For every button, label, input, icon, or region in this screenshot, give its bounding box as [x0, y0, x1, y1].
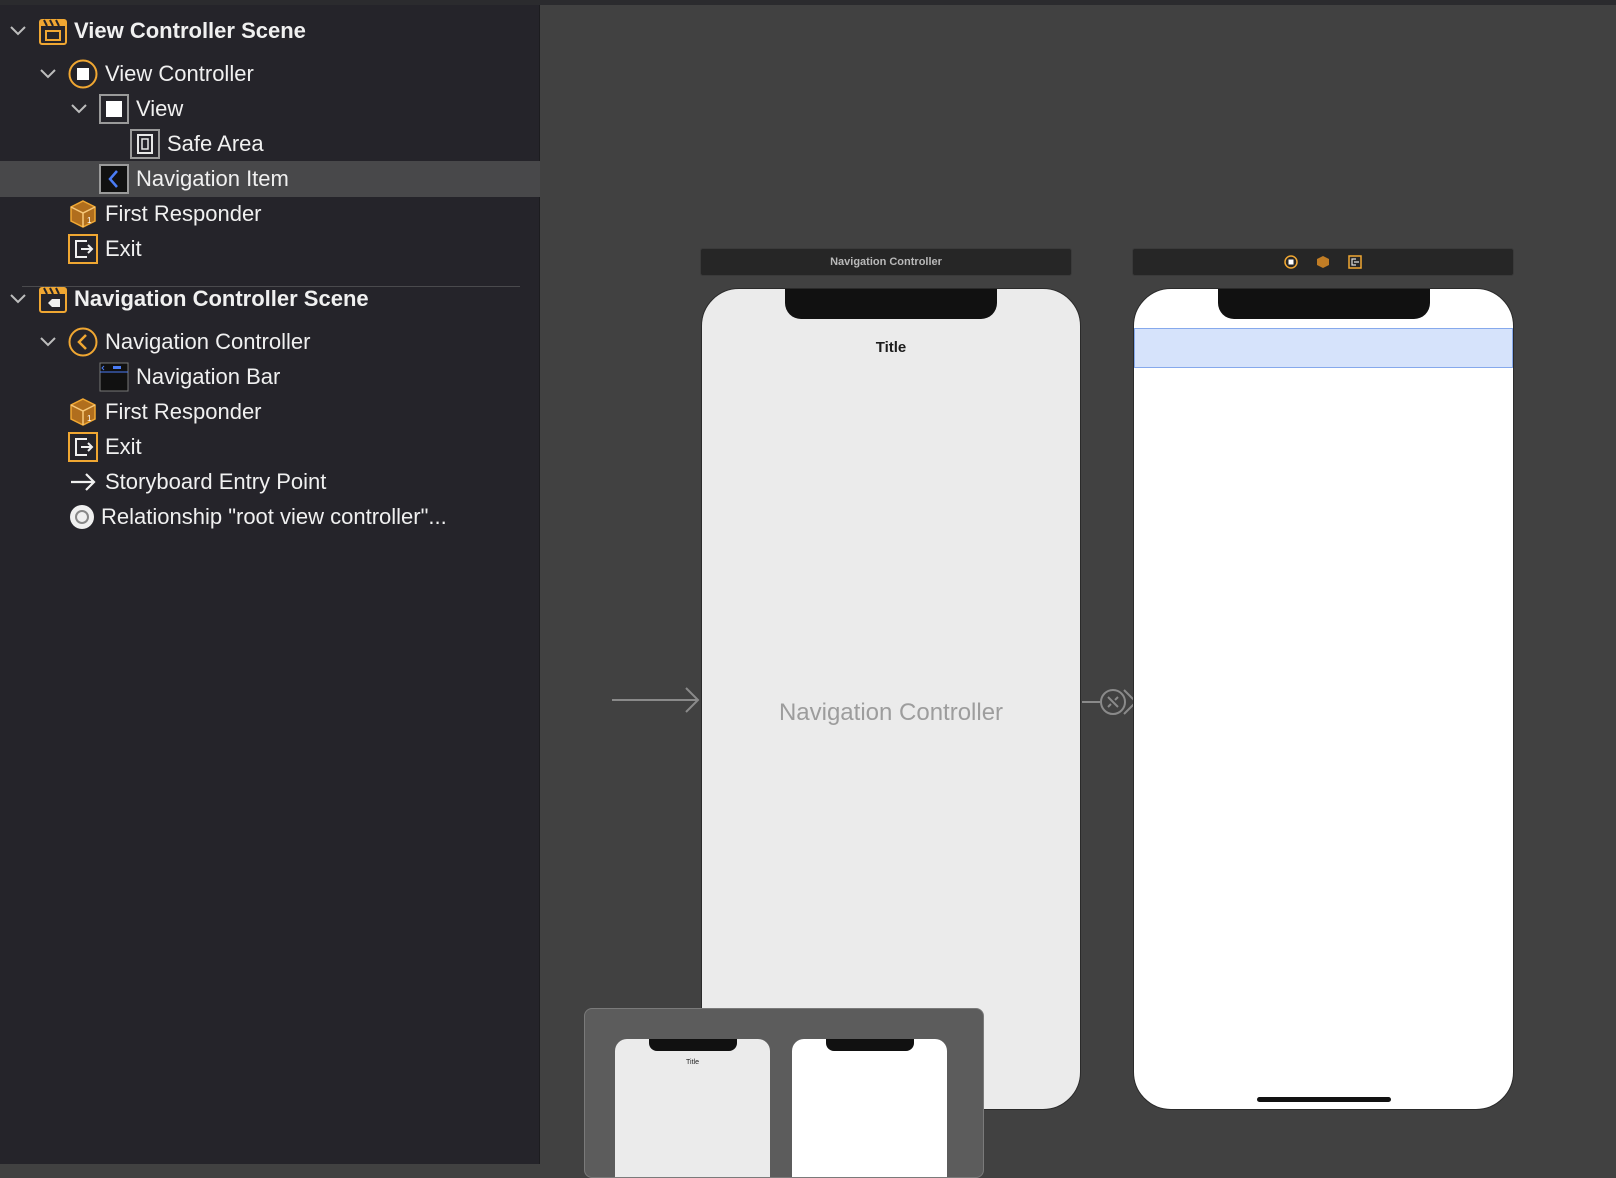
safe-area-icon	[130, 129, 160, 159]
outline-item-navigation-controller[interactable]: Navigation Controller	[0, 324, 540, 360]
view-controller-frame[interactable]	[1133, 288, 1514, 1110]
view-controller-scene-bar[interactable]	[1132, 248, 1514, 276]
scene-icon	[38, 16, 68, 46]
outline-scene-view-controller[interactable]: View Controller Scene	[0, 13, 540, 49]
chevron-down-icon[interactable]	[70, 100, 88, 118]
svg-text:1: 1	[87, 414, 92, 423]
navigation-bar-title: Title	[875, 339, 907, 356]
document-outline: View Controller Scene View Controller Vi…	[0, 5, 540, 1164]
navigation-controller-watermark: Navigation Controller	[778, 699, 1004, 726]
outline-item-label: First Responder	[105, 201, 262, 226]
navigation-bar-icon	[99, 362, 129, 392]
chevron-down-icon[interactable]	[9, 290, 27, 308]
device-notch	[785, 289, 997, 319]
exit-icon[interactable]	[1348, 255, 1362, 269]
outline-item-exit[interactable]: Exit	[0, 231, 540, 267]
outline-item-relationship[interactable]: Relationship "root view controller"...	[0, 499, 540, 535]
outline-scene-navigation-controller[interactable]: Navigation Controller Scene	[0, 281, 540, 317]
outline-item-view-controller[interactable]: View Controller	[0, 56, 540, 92]
device-notch	[1217, 289, 1430, 319]
outline-item-label: View	[136, 96, 184, 121]
view-icon	[99, 94, 129, 124]
outline-item-label: Exit	[105, 236, 142, 261]
outline-item-label: Navigation Controller	[105, 329, 311, 354]
arrow-right-icon	[68, 467, 98, 497]
storyboard-canvas[interactable]: Navigation Controller Title Navigation C…	[540, 5, 1616, 1178]
navigation-controller-icon	[68, 327, 98, 357]
scene-bar-title: Navigation Controller	[830, 256, 942, 268]
minimap-title: Title	[686, 1059, 699, 1066]
device-notch	[825, 1039, 914, 1051]
outline-item-first-responder[interactable]: 1 First Responder	[0, 394, 540, 430]
outline-item-navigation-bar[interactable]: Navigation Bar	[0, 359, 540, 395]
home-indicator	[1256, 1097, 1391, 1102]
scene-title: View Controller Scene	[74, 18, 306, 43]
minimap-navigation-controller[interactable]: Title	[615, 1039, 770, 1177]
exit-icon	[68, 432, 98, 462]
exit-icon	[68, 234, 98, 264]
outline-item-exit[interactable]: Exit	[0, 429, 540, 465]
first-responder-icon: 1	[68, 397, 98, 427]
outline-item-safe-area[interactable]: Safe Area	[0, 126, 540, 162]
navigation-controller-frame[interactable]: Title Navigation Controller	[701, 288, 1081, 1110]
view-controller-icon[interactable]	[1284, 255, 1298, 269]
outline-item-first-responder[interactable]: 1 First Responder	[0, 196, 540, 232]
outline-item-label: Exit	[105, 434, 142, 459]
first-responder-icon: 1	[68, 199, 98, 229]
outline-item-label: View Controller	[105, 61, 254, 86]
outline-item-label: Navigation Item	[136, 166, 289, 191]
chevron-down-icon[interactable]	[39, 333, 57, 351]
outline-item-storyboard-entry-point[interactable]: Storyboard Entry Point	[0, 464, 540, 500]
outline-item-label: Safe Area	[167, 131, 264, 156]
selected-navigation-item[interactable]	[1134, 328, 1513, 368]
device-notch	[648, 1039, 737, 1051]
entry-point-arrow-icon[interactable]	[610, 685, 710, 715]
minimap-view-controller[interactable]	[792, 1039, 947, 1177]
navigation-controller-scene-bar[interactable]: Navigation Controller	[700, 248, 1072, 276]
relationship-icon	[67, 502, 97, 532]
scene-icon	[38, 284, 68, 314]
first-responder-icon[interactable]	[1316, 255, 1330, 269]
navigation-item-icon	[99, 164, 129, 194]
chevron-down-icon[interactable]	[9, 22, 27, 40]
svg-text:1: 1	[87, 216, 92, 225]
outline-item-label: First Responder	[105, 399, 262, 424]
outline-item-label: Storyboard Entry Point	[105, 469, 327, 494]
outline-item-label: Navigation Bar	[136, 364, 281, 389]
outline-item-label: Relationship "root view controller"...	[101, 504, 447, 529]
chevron-down-icon[interactable]	[39, 65, 57, 83]
outline-item-view[interactable]: View	[0, 91, 540, 127]
outline-item-navigation-item[interactable]: Navigation Item	[0, 161, 540, 197]
scene-title: Navigation Controller Scene	[74, 286, 369, 311]
canvas-minimap[interactable]: Title	[584, 1008, 984, 1178]
view-controller-icon	[68, 59, 98, 89]
